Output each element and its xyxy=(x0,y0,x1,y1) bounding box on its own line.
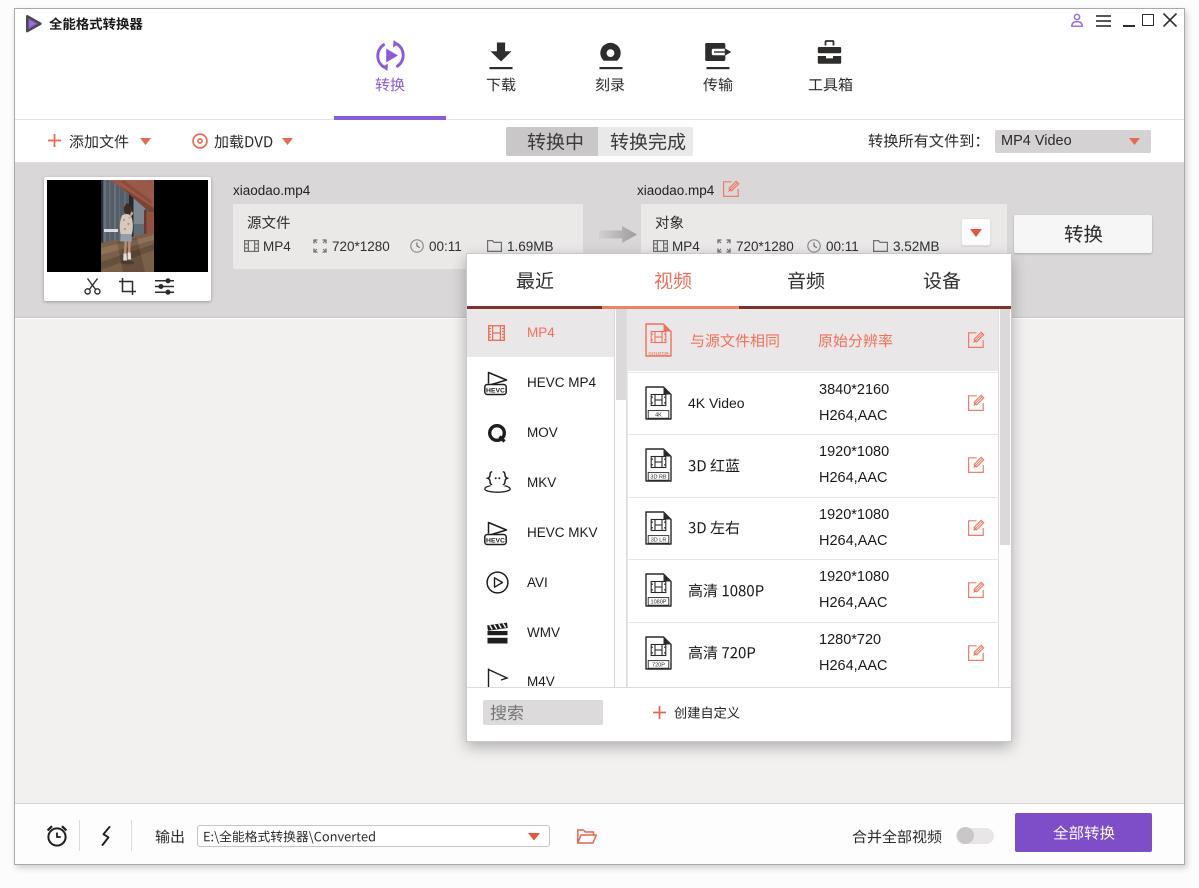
svg-text:source: source xyxy=(648,351,669,357)
svg-text:3D LR: 3D LR xyxy=(651,537,667,543)
svg-text:3D RB: 3D RB xyxy=(650,475,667,481)
svg-text:720P: 720P xyxy=(652,662,665,668)
svg-text:HEVC: HEVC xyxy=(486,387,505,394)
svg-text:4K: 4K xyxy=(655,412,662,418)
svg-text:1080P: 1080P xyxy=(651,600,667,606)
svg-text:HEVC: HEVC xyxy=(486,537,505,544)
